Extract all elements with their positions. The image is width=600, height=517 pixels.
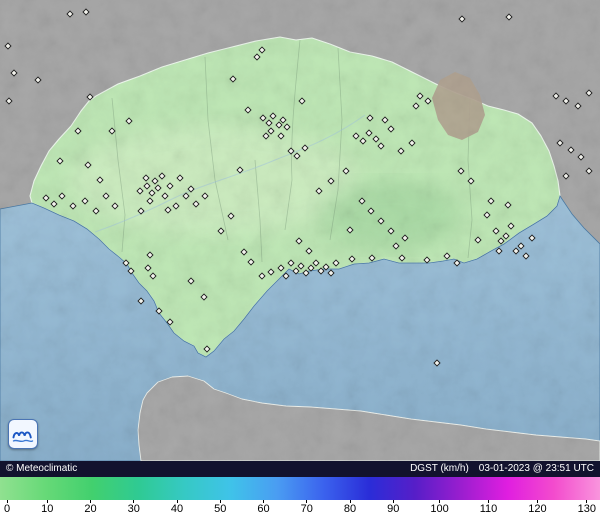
scale-tick: 20 <box>84 500 97 517</box>
scale-tick: 50 <box>214 500 226 517</box>
scale-tick: 90 <box>387 500 399 517</box>
scale-tick: 100 <box>430 500 449 517</box>
map-area <box>0 0 600 461</box>
timestamp: 03-01-2023 @ 23:51 UTC <box>478 463 594 474</box>
scale-tick: 70 <box>301 500 313 517</box>
meteoclimatic-logo[interactable] <box>8 419 38 449</box>
weather-map-screen: © Meteoclimatic DGST (km/h) 03-01-2023 @… <box>0 0 600 517</box>
scale-gradient <box>0 477 600 500</box>
scale-tick-row: 0 10 20 30 40 50 60 70 80 90 100 110 120 130 <box>0 500 600 517</box>
scale-tick: 60 <box>257 500 270 517</box>
scale-tick: 30 <box>128 500 140 517</box>
scale-tick: 10 <box>41 500 53 517</box>
scale-tick: 130 <box>578 500 596 517</box>
wave-logo-icon <box>12 431 34 443</box>
scale-tick: 40 <box>171 500 183 517</box>
attribution-text[interactable]: © Meteoclimatic <box>6 461 77 477</box>
relief-texture <box>0 0 600 461</box>
scale-tick: 0 <box>4 500 10 517</box>
metric-label: DGST (km/h) <box>410 463 469 474</box>
scale-tick: 80 <box>344 500 356 517</box>
info-bar: © Meteoclimatic DGST (km/h) 03-01-2023 @… <box>0 461 600 477</box>
weather-map-svg <box>0 0 600 461</box>
scale-tick: 120 <box>528 500 547 517</box>
scale-tick: 110 <box>480 500 497 517</box>
